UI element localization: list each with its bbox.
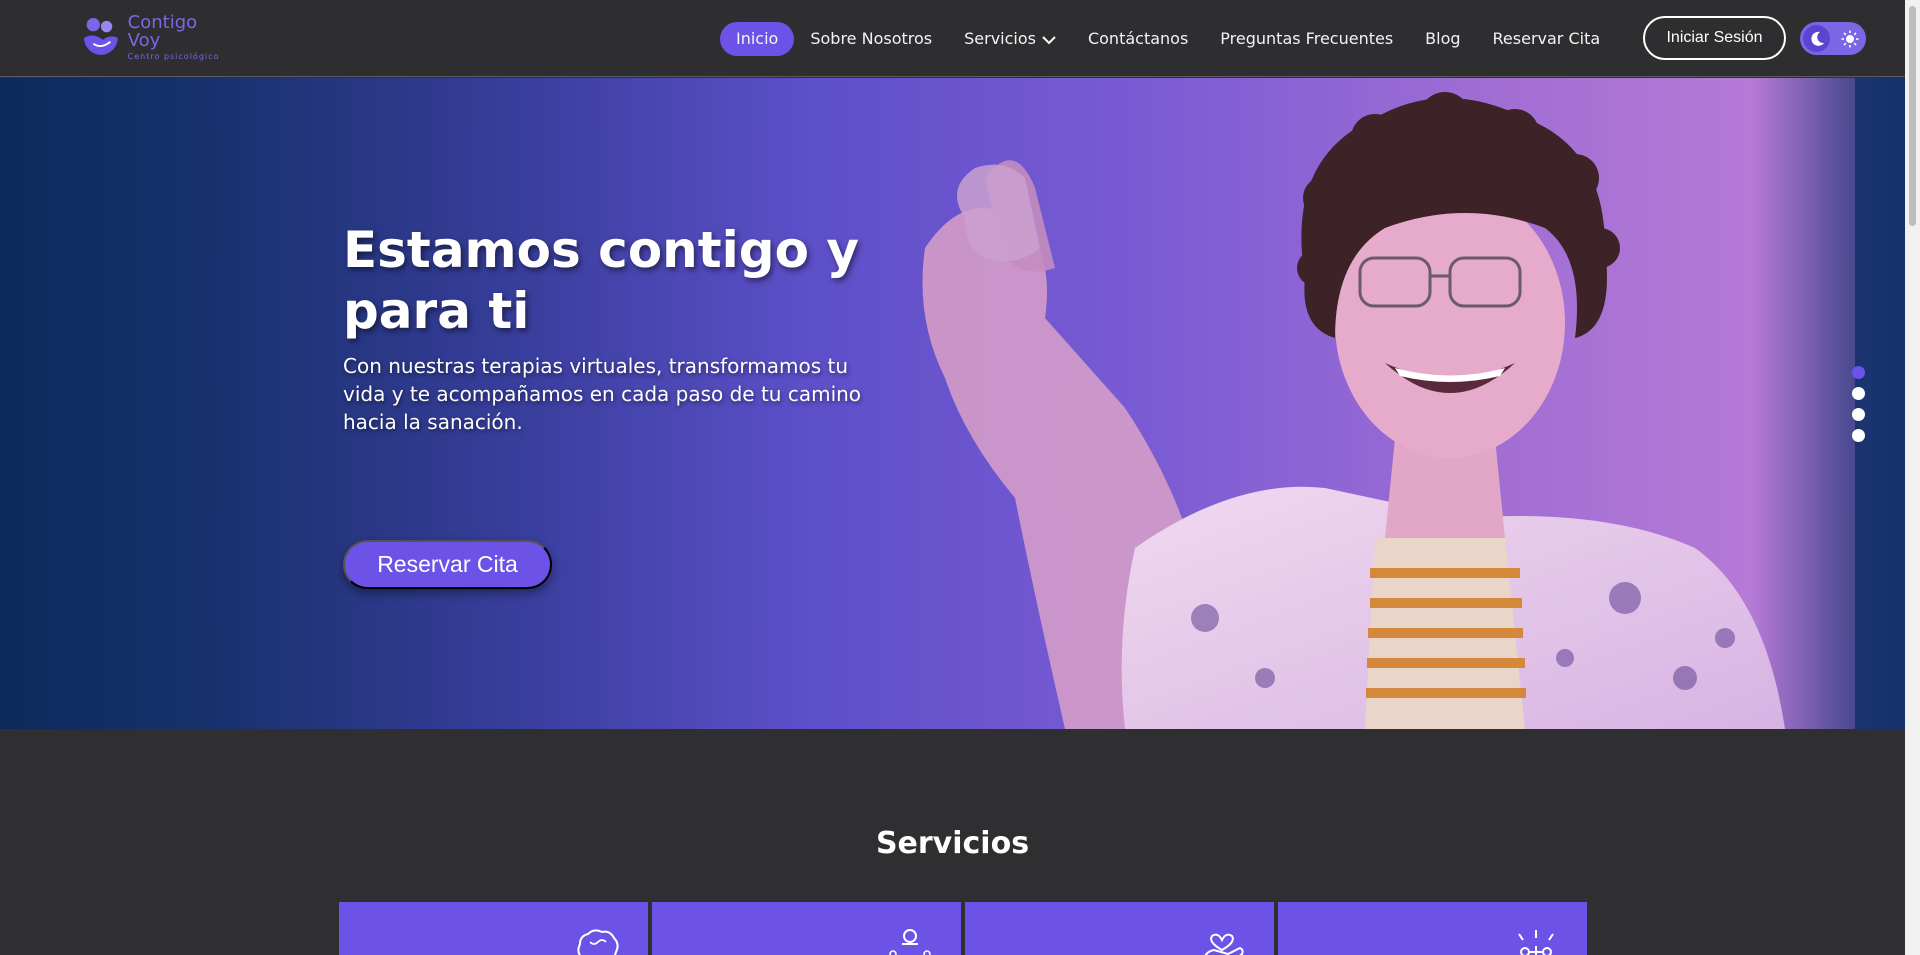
brand-title: Contigo Voy (127, 11, 198, 51)
hero-title: Estamos contigo y para ti (343, 221, 859, 340)
carousel-dot[interactable] (1852, 387, 1865, 400)
hero-description: Con nuestras terapias virtuales, transfo… (343, 354, 862, 434)
service-card[interactable] (965, 902, 1274, 955)
service-cards (339, 902, 1587, 955)
service-card[interactable] (339, 902, 648, 955)
nav-item-preguntas-frecuentes[interactable]: Preguntas Frecuentes (1204, 22, 1409, 56)
brand-subtitle: Centro psicológico (127, 51, 220, 61)
hero-image (922, 78, 1905, 729)
logo-icon (83, 18, 118, 56)
brand-logo[interactable]: Contigo Voy Centro psicológico (80, 12, 230, 62)
carousel-dot[interactable] (1852, 408, 1865, 421)
moon-icon (1810, 31, 1824, 46)
nav-item-reservar-cita[interactable]: Reservar Cita (1477, 22, 1617, 56)
nav-item-sobre-nosotros[interactable]: Sobre Nosotros (794, 22, 948, 56)
chevron-down-icon (1042, 35, 1056, 44)
page-scrollbar[interactable] (1905, 0, 1920, 955)
main-nav: Inicio Sobre Nosotros Servicios Contácta… (720, 22, 1616, 56)
nav-item-blog[interactable]: Blog (1409, 22, 1476, 56)
nav-item-servicios[interactable]: Servicios (948, 22, 1072, 56)
carousel-indicators (1852, 366, 1865, 442)
service-card[interactable] (1278, 902, 1587, 955)
sun-icon (1841, 30, 1858, 47)
service-card[interactable] (652, 902, 961, 955)
nav-item-contactanos[interactable]: Contáctanos (1072, 22, 1204, 56)
carousel-dot[interactable] (1852, 429, 1865, 442)
people-sparkle-icon (1518, 930, 1554, 955)
carousel-dot[interactable] (1852, 366, 1865, 379)
navbar: Contigo Voy Centro psicológico Inicio So… (0, 0, 1905, 77)
family-icon (889, 929, 931, 955)
brain-icon (577, 929, 619, 955)
services-heading: Servicios (875, 826, 1030, 861)
nav-item-servicios-label: Servicios (964, 29, 1036, 48)
book-appointment-button[interactable]: Reservar Cita (343, 540, 552, 589)
theme-toggle[interactable] (1800, 22, 1866, 55)
login-button[interactable]: Iniciar Sesión (1643, 16, 1786, 60)
heart-hands-icon (1204, 933, 1244, 955)
scrollbar-thumb[interactable] (1909, 6, 1916, 226)
nav-item-inicio[interactable]: Inicio (720, 22, 795, 56)
hero-carousel: Estamos contigo y para ti Con nuestras t… (0, 78, 1905, 729)
